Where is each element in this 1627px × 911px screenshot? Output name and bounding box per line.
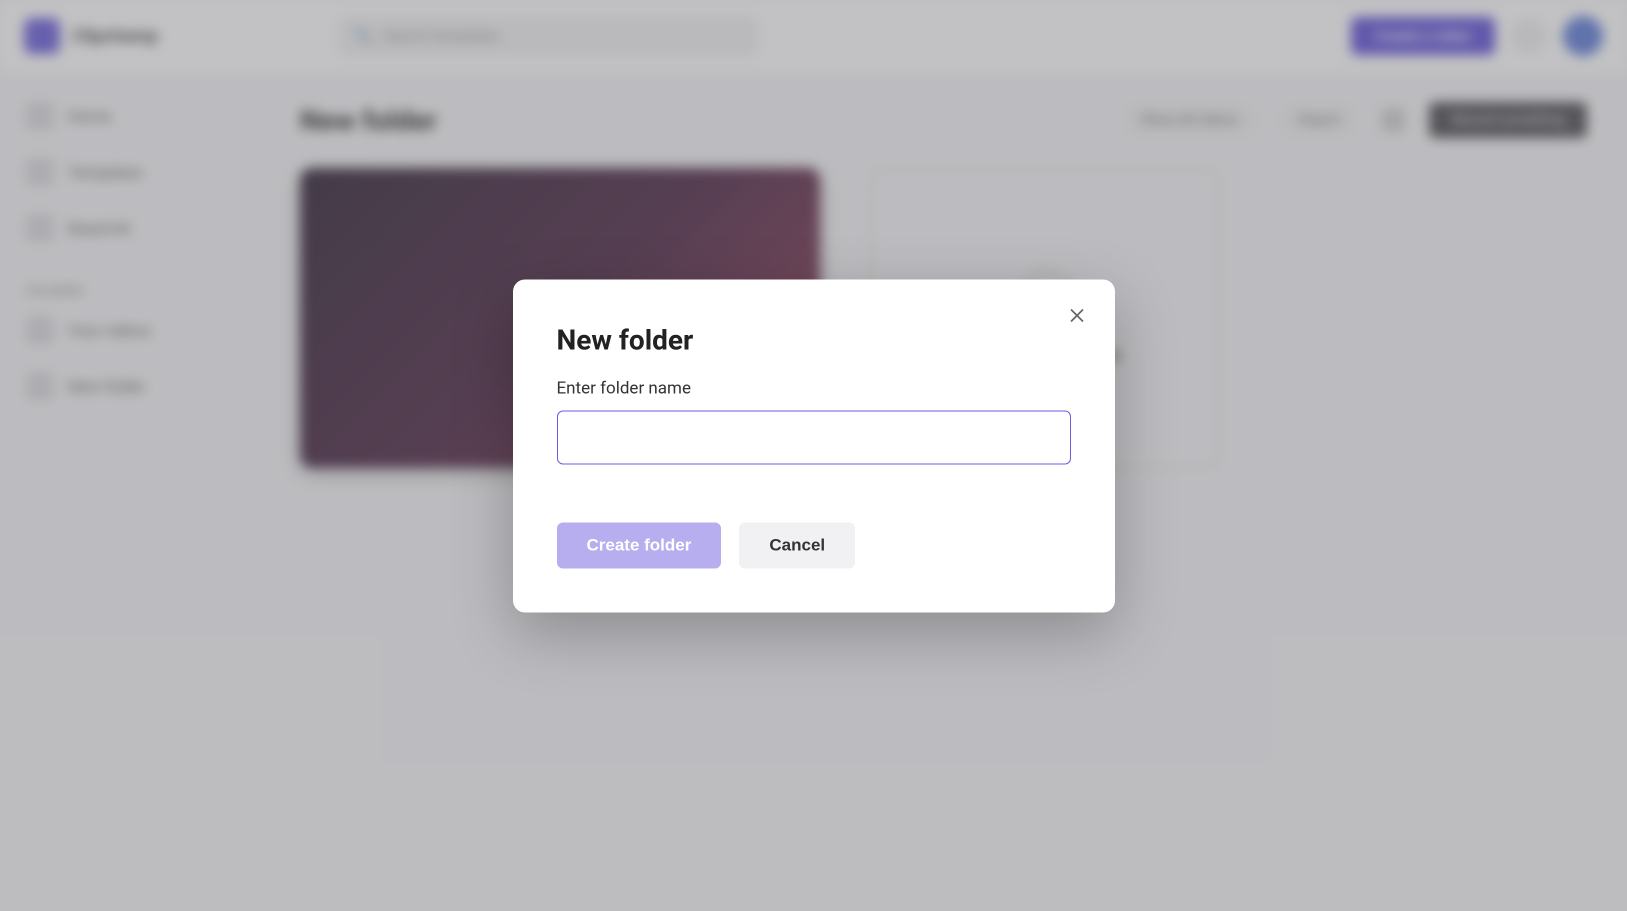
cancel-button[interactable]: Cancel <box>739 522 855 568</box>
folder-name-input[interactable] <box>557 410 1071 464</box>
modal-actions: Create folder Cancel <box>557 522 1071 568</box>
close-icon <box>1069 307 1085 323</box>
folder-name-label: Enter folder name <box>557 378 1071 398</box>
modal-title: New folder <box>557 323 1071 356</box>
new-folder-modal: New folder Enter folder name Create fold… <box>513 279 1115 612</box>
create-folder-button[interactable]: Create folder <box>557 522 722 568</box>
close-button[interactable] <box>1061 299 1093 331</box>
